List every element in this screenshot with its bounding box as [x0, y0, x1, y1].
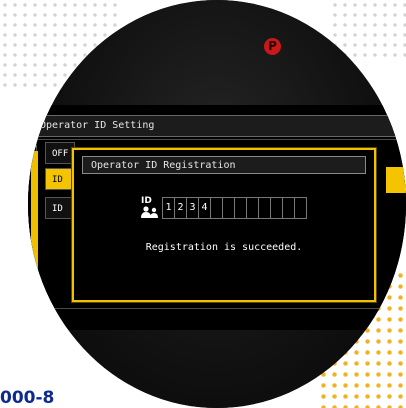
list-item-id[interactable]: ID — [45, 197, 75, 219]
id-icon-label: ID — [141, 196, 152, 206]
id-digit — [235, 198, 247, 218]
id-digit-cells: 1 2 3 4 — [162, 197, 307, 219]
registration-dialog: Operator ID Registration ID 1 2 3 4 Regi… — [72, 148, 376, 302]
camera-screen-photo: P Operator ID Setting ▲ ▼ OFF ID ID Oper… — [28, 0, 406, 408]
selection-highlight-right — [386, 167, 406, 193]
operator-id-icon: ID — [140, 196, 160, 219]
id-digit: 1 — [163, 198, 175, 218]
dialog-title: Operator ID Registration — [82, 156, 366, 174]
triangle-up-icon[interactable]: ▲ — [30, 141, 39, 149]
operator-id-screen: Operator ID Setting ▲ ▼ OFF ID ID Operat… — [28, 105, 406, 330]
screen-header-label: Operator ID Setting — [40, 120, 155, 131]
id-digit — [295, 198, 306, 218]
id-digit — [283, 198, 295, 218]
triangle-down-icon[interactable]: ▼ — [30, 293, 39, 301]
list-item-off[interactable]: OFF — [45, 142, 75, 164]
list-item-id-selected[interactable]: ID — [45, 168, 75, 190]
registration-status-message: Registration is succeeded. — [145, 242, 303, 253]
screen-header: Operator ID Setting — [28, 115, 406, 137]
id-digit: 3 — [187, 198, 199, 218]
id-digit — [271, 198, 283, 218]
id-digit — [223, 198, 235, 218]
model-code-fragment: 000-8 — [0, 388, 55, 408]
id-digit — [211, 198, 223, 218]
list-item-label: ID — [52, 175, 63, 185]
scrollbar-thumb[interactable] — [31, 151, 38, 291]
id-digit — [247, 198, 259, 218]
list-item-label: ID — [52, 204, 63, 214]
id-digit: 4 — [199, 198, 211, 218]
list-item-label: OFF — [52, 149, 69, 159]
id-digit — [259, 198, 271, 218]
scrollbar[interactable]: ▲ ▼ — [30, 141, 39, 303]
p-mode-indicator: P — [264, 38, 281, 55]
id-digit: 2 — [175, 198, 187, 218]
